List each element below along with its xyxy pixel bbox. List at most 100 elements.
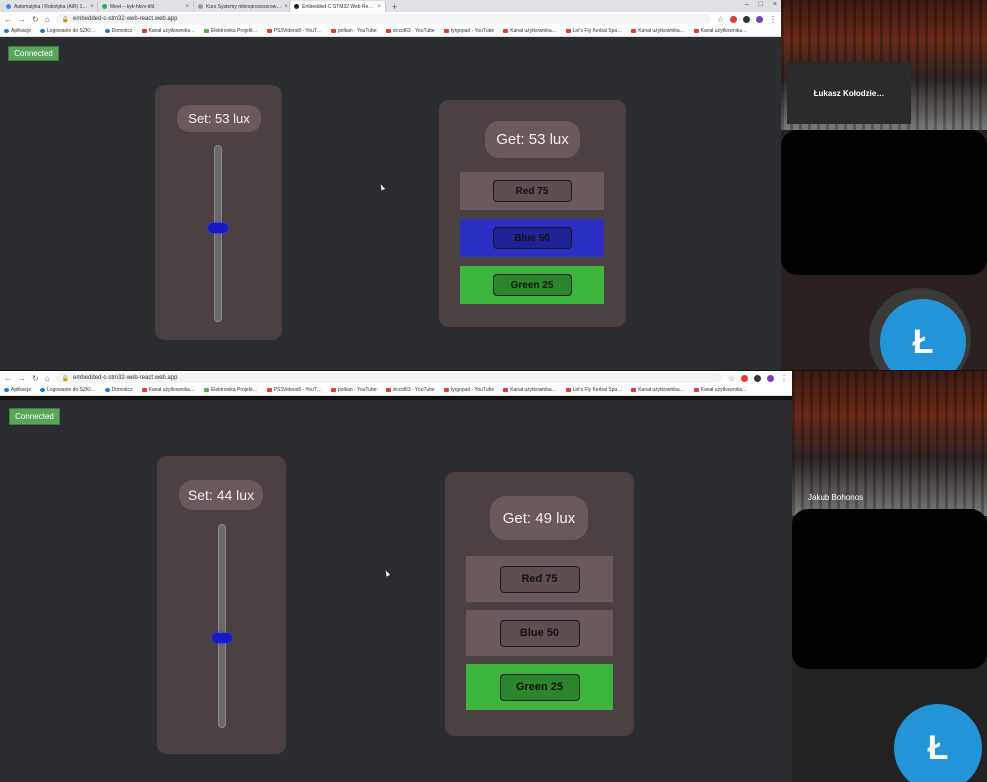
bookmark-item[interactable]: Aplikacje — [4, 28, 31, 34]
back-arrow-icon[interactable]: ← — [4, 15, 12, 24]
bookmark-item[interactable]: viccid63 - YouTube — [385, 28, 435, 34]
browser-tab[interactable]: Kurs Systemy mikroprocesorow… × — [194, 1, 290, 12]
profile-icon[interactable] — [756, 15, 763, 23]
tab-strip: Automatyka i Robotyka (AiR) 1… × Meet – k… — [0, 0, 781, 12]
window-controls: – □ × — [745, 1, 777, 8]
star-icon[interactable]: ☆ — [717, 15, 724, 24]
menu-dots-icon[interactable]: ⋮ — [769, 15, 777, 24]
blue-channel-button[interactable]: Blue 50 — [492, 227, 572, 249]
lock-icon: 🔒 — [61, 16, 70, 23]
bookmark-item[interactable]: Let's Fly Kerbal Spa… — [565, 387, 622, 393]
reload-icon[interactable]: ↻ — [32, 15, 39, 24]
browser-tab[interactable]: Automatyka i Robotyka (AiR) 1… × — [2, 1, 98, 12]
bookmark-item[interactable]: Logowanie do SZKI… — [40, 387, 96, 393]
bookmark-item[interactable]: Kanał użytkownika… — [693, 28, 747, 34]
reload-icon[interactable]: ↻ — [32, 374, 39, 383]
home-icon[interactable]: ⌂ — [45, 15, 50, 24]
bookmark-item[interactable]: Domoticz — [104, 28, 133, 34]
redacted-video — [792, 509, 987, 669]
cursor-icon — [383, 569, 391, 577]
bookmark-item[interactable]: tyrgopad - YouTube — [443, 28, 494, 34]
bookmark-item[interactable]: viccid63 - YouTube — [385, 387, 435, 393]
bookmark-item[interactable]: Kanał użytkownika… — [503, 387, 557, 393]
bookmark-item[interactable]: Elektronika Projekt… — [203, 387, 258, 393]
bookmark-item[interactable]: Kanał użytkownika… — [141, 28, 195, 34]
get-value-label: Get: 49 lux — [490, 496, 588, 540]
address-bar[interactable]: 🔒 embedded-c-stm32-web-react.web.app — [55, 14, 711, 24]
app-content: Connected Set: 44 lux Get: 49 lux Red 75… — [0, 400, 792, 782]
close-tab-icon[interactable]: × — [185, 4, 189, 10]
extension-icon[interactable] — [754, 374, 761, 382]
connection-status-badge: Connected — [8, 46, 59, 61]
bookmark-item[interactable]: Kanał użytkownika… — [141, 387, 195, 393]
bookmark-item[interactable]: Kanał użytkownika… — [631, 28, 685, 34]
profile-icon[interactable] — [767, 374, 774, 382]
brightness-slider-thumb[interactable] — [212, 633, 232, 644]
close-tab-icon[interactable]: × — [284, 4, 288, 10]
blue-channel-row[interactable]: Blue 50 — [460, 219, 604, 257]
bookmark-item[interactable]: tyrgopad - YouTube — [443, 387, 494, 393]
meet-participants-panel-bottom: Jakub Bohonos Ł — [792, 371, 987, 782]
bookmark-item[interactable]: polkan - YouTube — [330, 387, 377, 393]
participant-name-tile[interactable]: Łukasz Kołodzie… — [787, 62, 911, 124]
extension-icon[interactable] — [730, 15, 737, 23]
tab-favicon-icon — [198, 4, 203, 9]
browser-tab[interactable]: Meet – kyk-hkvv-kfd × — [98, 1, 194, 12]
participant-avatar[interactable]: Ł — [894, 704, 982, 782]
extension-icon[interactable] — [743, 15, 750, 23]
blue-channel-row[interactable]: Blue 50 — [466, 610, 613, 656]
maximize-icon[interactable]: □ — [759, 1, 763, 8]
brightness-slider-track[interactable] — [218, 524, 226, 728]
new-tab-icon[interactable]: + — [386, 2, 403, 12]
brightness-slider-thumb[interactable] — [208, 223, 228, 234]
close-window-icon[interactable]: × — [773, 1, 777, 8]
close-tab-icon[interactable]: × — [90, 4, 94, 10]
forward-arrow-icon[interactable]: → — [18, 374, 26, 383]
top-browser-window: Automatyka i Robotyka (AiR) 1… × Meet – k… — [0, 0, 781, 371]
bookmark-item[interactable]: Kanał użytkownika… — [693, 387, 747, 393]
green-channel-row[interactable]: Green 25 — [466, 664, 613, 710]
back-arrow-icon[interactable]: ← — [4, 374, 12, 383]
bookmark-item[interactable]: PS3Videos8 - YouT… — [266, 387, 322, 393]
connection-status-badge: Connected — [9, 408, 60, 425]
close-tab-icon[interactable]: × — [377, 4, 381, 10]
green-channel-row[interactable]: Green 25 — [460, 266, 604, 304]
bookmark-item[interactable]: Elektronika Projekt… — [203, 28, 258, 34]
bookmark-item[interactable]: Logowanie do SZKI… — [40, 28, 96, 34]
bookmark-item[interactable]: PS3Videos8 - YouT… — [266, 28, 322, 34]
set-card: Set: 53 lux — [155, 85, 282, 340]
star-icon[interactable]: ☆ — [728, 374, 735, 383]
bookmark-item[interactable]: Kanał użytkownika… — [503, 28, 557, 34]
lock-icon: 🔒 — [61, 375, 70, 382]
redacted-video — [781, 130, 987, 275]
browser-tab-active[interactable]: Embedded-C STM32 Web Re… × — [290, 1, 386, 12]
get-value-label: Get: 53 lux — [485, 121, 580, 158]
browser-toolbar: ← → ↻ ⌂ 🔒 embedded-c-stm32-web-react.web.… — [0, 371, 792, 385]
red-channel-row[interactable]: Red 75 — [460, 172, 604, 210]
bookmark-item[interactable]: Let's Fly Kerbal Spa… — [565, 28, 622, 34]
red-channel-button[interactable]: Red 75 — [492, 180, 572, 202]
forward-arrow-icon[interactable]: → — [18, 15, 26, 24]
extension-icon[interactable] — [741, 374, 748, 382]
get-card: Get: 49 lux Red 75 Blue 50 Green 25 — [445, 472, 634, 736]
cursor-icon — [378, 183, 386, 191]
set-value-label: Set: 44 lux — [179, 480, 263, 510]
blue-channel-button[interactable]: Blue 50 — [499, 619, 580, 647]
get-card: Get: 53 lux Red 75 Blue 50 Green 25 — [439, 100, 626, 327]
green-channel-button[interactable]: Green 25 — [499, 673, 580, 701]
home-icon[interactable]: ⌂ — [45, 374, 50, 383]
set-card: Set: 44 lux — [157, 456, 286, 754]
address-bar[interactable]: 🔒 embedded-c-stm32-web-react.web.app — [55, 373, 722, 383]
menu-dots-icon[interactable]: ⋮ — [780, 374, 788, 383]
brightness-slider-track[interactable] — [214, 145, 222, 322]
green-channel-button[interactable]: Green 25 — [492, 274, 572, 296]
red-channel-button[interactable]: Red 75 — [499, 565, 580, 593]
bookmark-item[interactable]: Aplikacje — [4, 387, 31, 393]
bookmark-item[interactable]: Domoticz — [104, 387, 133, 393]
red-channel-row[interactable]: Red 75 — [466, 556, 613, 602]
set-value-label: Set: 53 lux — [177, 105, 261, 132]
bookmark-item[interactable]: polkan - YouTube — [330, 28, 377, 34]
bookmark-item[interactable]: Kanał użytkownika… — [631, 387, 685, 393]
minimize-icon[interactable]: – — [745, 1, 749, 8]
tab-favicon-icon — [294, 4, 299, 9]
